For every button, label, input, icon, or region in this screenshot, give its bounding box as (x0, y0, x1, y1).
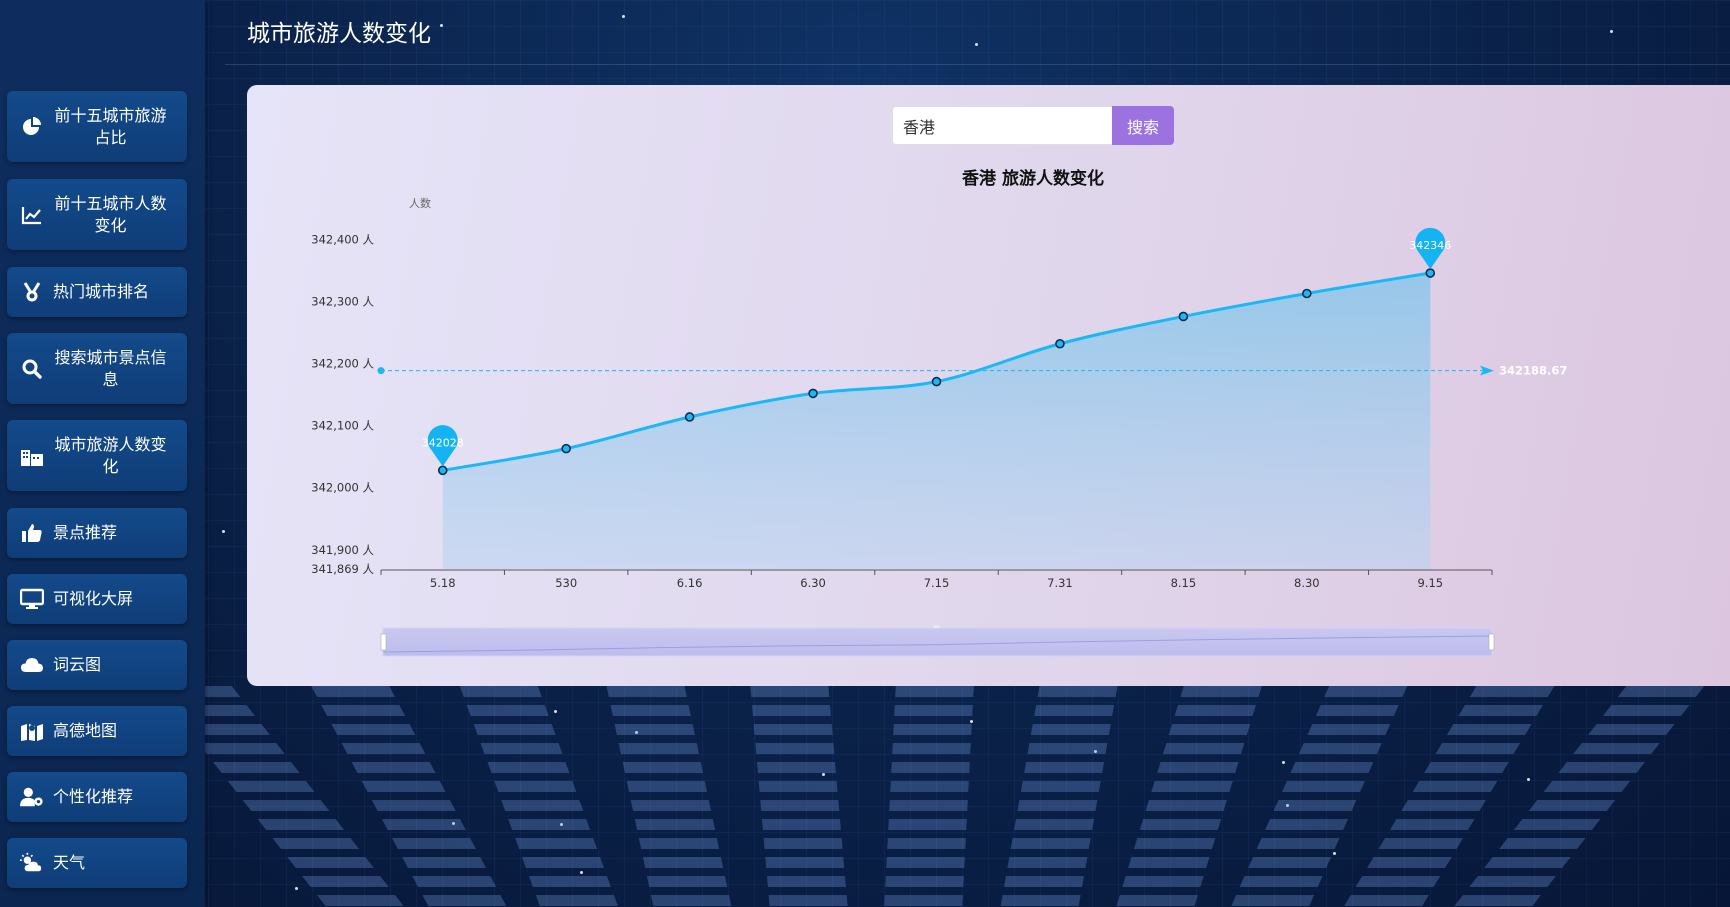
chart-container: 香港 旅游人数变化 人数 341,900 人 342,000 人 342,100 人… (247, 150, 1730, 674)
data-point (1302, 288, 1312, 299)
mark-line-label: 342188.67 (1499, 364, 1567, 378)
y-tick-label: 342,000 人 (311, 481, 374, 495)
mark-point-label: 342346 (1409, 239, 1451, 252)
x-tick-label: 7.31 (1047, 576, 1073, 590)
sidebar-item-weather[interactable]: 天气 (7, 838, 187, 888)
series-area (442, 273, 1431, 569)
x-tick-label: 530 (555, 576, 577, 590)
line-chart-icon (20, 203, 44, 227)
x-tick-label: 9.15 (1417, 576, 1443, 590)
sidebar-item-word-cloud[interactable]: 词云图 (7, 640, 187, 690)
x-tick-label: 5.18 (430, 576, 456, 590)
sidebar-item-city-tourism-trend[interactable]: 城市旅游人数变化 (7, 420, 187, 491)
chart-title: 香港 旅游人数变化 (962, 168, 1104, 189)
y-axis-ticks: 341,900 人 342,000 人 342,100 人 342,200 人 342,… (311, 233, 374, 576)
thumbs-up-icon (20, 521, 44, 545)
mark-point-pin: 342346 (1409, 227, 1451, 270)
data-point (561, 443, 571, 454)
data-point (1425, 268, 1436, 278)
data-point (437, 465, 448, 476)
medal-icon (20, 280, 44, 304)
x-tick-label: 7.15 (924, 576, 950, 590)
sidebar-item-amap[interactable]: 高德地图 (7, 706, 187, 756)
y-tick-label: 342,200 人 (311, 357, 374, 371)
city-building-icon (20, 444, 44, 468)
sidebar-item-label: 个性化推荐 (53, 787, 134, 806)
y-tick-label: 342,100 人 (311, 419, 374, 433)
y-tick-label: 342,400 人 (311, 233, 374, 247)
sidebar-item-label: 可视化大屏 (53, 589, 134, 608)
pie-chart-icon (20, 115, 44, 139)
sidebar-item-top15-trend[interactable]: 前十五城市人数变化 (7, 179, 187, 250)
sidebar-item-search-scenic[interactable]: 搜索城市景点信息 (7, 333, 187, 404)
sidebar-item-top15-share[interactable]: 前十五城市旅游占比 (7, 91, 187, 162)
data-point (1178, 311, 1189, 322)
zoom-handle-left[interactable] (380, 633, 387, 651)
sidebar-item-label: 天气 (53, 853, 86, 872)
data-point (808, 388, 818, 399)
mark-point-pin: 342028 (422, 425, 464, 467)
x-tick-label: 8.15 (1171, 576, 1197, 590)
cloud-icon (20, 653, 44, 677)
zoom-handle-right[interactable] (1488, 633, 1495, 651)
zoom-track (382, 627, 1493, 657)
header-divider (225, 64, 1730, 65)
tourism-trend-chart: 香港 旅游人数变化 人数 341,900 人 342,000 人 342,100 人… (311, 168, 1567, 657)
sidebar-item-scenic-recommend[interactable]: 景点推荐 (7, 508, 187, 558)
x-tick-label: 6.16 (677, 576, 703, 590)
sidebar-item-hot-city-ranking[interactable]: 热门城市排名 (7, 267, 187, 317)
mark-point-label: 342028 (422, 436, 464, 449)
data-point (1055, 338, 1065, 349)
sidebar-item-label: 前十五城市旅游占比 (54, 105, 167, 147)
perspective-floor (200, 686, 1730, 907)
data-point (684, 412, 695, 422)
sidebar-item-label: 搜索城市景点信息 (54, 347, 167, 389)
sidebar-item-label: 词云图 (53, 655, 102, 674)
y-tick-label: 342,300 人 (311, 295, 374, 309)
search-input[interactable] (892, 106, 1112, 145)
data-point (931, 376, 942, 387)
search-button[interactable]: 搜索 (1112, 106, 1174, 145)
monitor-icon (20, 587, 44, 611)
sidebar-item-label: 高德地图 (53, 721, 118, 740)
x-tick-label: 8.30 (1294, 576, 1320, 590)
sidebar-item-personalized[interactable]: 个性化推荐 (7, 772, 187, 822)
data-zoom-slider[interactable] (380, 625, 1495, 657)
search-icon (20, 357, 44, 381)
y-tick-label: 341,900 人 (311, 543, 374, 557)
sidebar-item-label: 热门城市排名 (53, 282, 150, 301)
x-axis: 5.18 530 6.16 6.30 7.15 7.31 8.15 8.30 9.15 (380, 569, 1493, 590)
page-title: 城市旅游人数变化 (247, 21, 431, 47)
weather-icon (20, 851, 44, 875)
y-axis-label: 人数 (409, 197, 431, 210)
sidebar-item-big-screen[interactable]: 可视化大屏 (7, 574, 187, 624)
zoom-move-handle[interactable] (933, 625, 940, 628)
sidebar-item-label: 景点推荐 (53, 523, 118, 542)
y-tick-label: 341,869 人 (311, 562, 374, 576)
sidebar: 前十五城市旅游占比 前十五城市人数变化 热门城市排名 搜索城市景点信息 城市旅游… (0, 0, 205, 907)
sidebar-item-label: 前十五城市人数变化 (54, 193, 167, 235)
user-gear-icon (20, 785, 44, 809)
x-tick-label: 6.30 (800, 576, 826, 590)
sidebar-item-label: 城市旅游人数变化 (54, 434, 167, 476)
map-icon (20, 719, 44, 743)
